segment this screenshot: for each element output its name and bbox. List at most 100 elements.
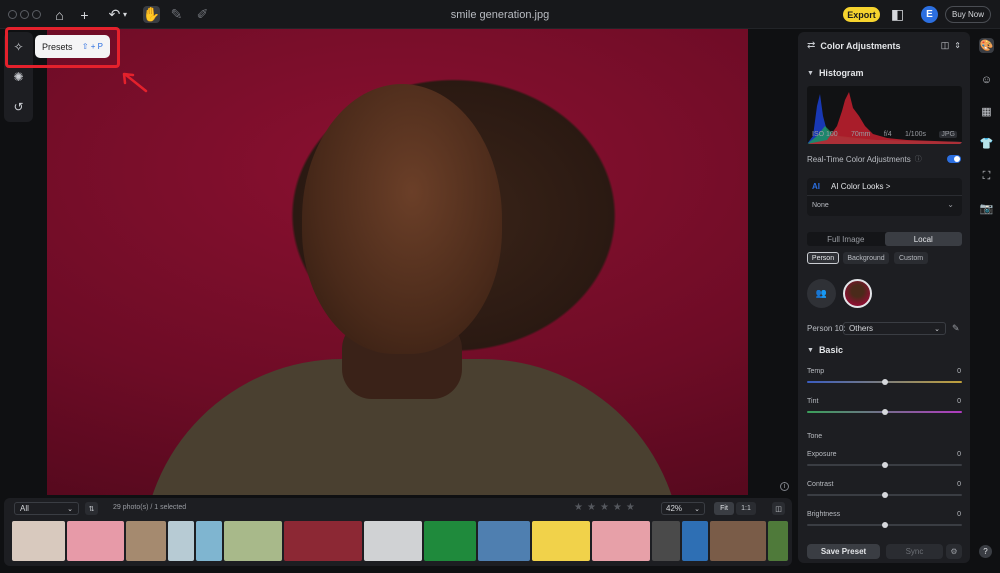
- collapse-chevron-icon[interactable]: ▼: [807, 70, 814, 77]
- photo-count: 29 photo(s) / 1 selected: [113, 504, 187, 511]
- photo-thumbnail[interactable]: [652, 521, 680, 561]
- contrast-slider-knob[interactable]: [882, 492, 888, 498]
- chip-custom[interactable]: Custom: [894, 252, 928, 264]
- split-view-icon[interactable]: ◫: [772, 502, 785, 515]
- realtime-toggle[interactable]: [947, 155, 961, 163]
- photo-thumbnail[interactable]: [67, 521, 124, 561]
- photo-thumbnail[interactable]: [424, 521, 476, 561]
- panel-title: Color Adjustments: [820, 40, 901, 51]
- scope-segment: Full Image Local: [807, 232, 962, 246]
- edit-person-icon[interactable]: ✎: [952, 323, 960, 334]
- clothing-icon[interactable]: 👕: [979, 136, 994, 151]
- star-icon[interactable]: ★: [600, 502, 609, 513]
- slider-value-temp[interactable]: 0: [957, 368, 961, 375]
- color-palette-icon[interactable]: 🎨: [979, 38, 994, 53]
- photo-thumbnail[interactable]: [478, 521, 530, 561]
- buy-now-button[interactable]: Buy Now: [945, 6, 991, 23]
- history-icon[interactable]: ↺: [10, 98, 27, 115]
- segment-full-image[interactable]: Full Image: [807, 232, 885, 246]
- one-to-one-button[interactable]: 1:1: [736, 502, 756, 515]
- ai-color-looks[interactable]: AI AI Color Looks > None ⌄: [807, 178, 962, 216]
- sync-button[interactable]: Sync: [886, 544, 943, 559]
- ai-looks-label[interactable]: AI Color Looks >: [831, 182, 890, 191]
- photo-thumbnail[interactable]: [592, 521, 650, 561]
- person-select-chevron-icon: ⌄: [934, 325, 940, 333]
- filter-chevron-icon: ⌄: [67, 505, 73, 513]
- slider-label-brightness: Brightness: [807, 511, 841, 518]
- histogram-title: Histogram: [818, 68, 864, 78]
- photo-thumbnail[interactable]: [710, 521, 766, 561]
- tooltip-label: Presets: [42, 41, 73, 52]
- segment-local[interactable]: Local: [884, 232, 962, 246]
- sort-icon[interactable]: ⇅: [85, 502, 98, 515]
- photo-thumbnail[interactable]: [196, 521, 222, 561]
- photo-thumbnail[interactable]: [768, 521, 788, 561]
- camera-icon[interactable]: 📷: [979, 201, 994, 216]
- exif-iso: ISO 100: [812, 131, 838, 138]
- color-adjustments-panel: ⇄ Color Adjustments ◫ ⇕ ▼ Histogram ISO …: [798, 32, 970, 563]
- zoom-select[interactable]: 42% ⌄: [661, 502, 705, 515]
- slider-value-exposure[interactable]: 0: [957, 451, 961, 458]
- star-icon[interactable]: ★: [574, 502, 583, 513]
- slider-label-exposure: Exposure: [807, 451, 837, 458]
- star-icon[interactable]: ★: [613, 502, 622, 513]
- all-persons-icon[interactable]: 👥: [807, 279, 836, 308]
- photo-thumbnail[interactable]: [532, 521, 590, 561]
- thumbnail-strip: [12, 521, 788, 561]
- photo-thumbnail[interactable]: [12, 521, 65, 561]
- save-preset-button[interactable]: Save Preset: [807, 544, 880, 559]
- exif-shutter: 1/100s: [904, 131, 926, 138]
- rating-stars[interactable]: ★ ★ ★ ★ ★: [574, 502, 635, 513]
- brightness-slider-knob[interactable]: [882, 522, 888, 528]
- sync-settings-gear-icon[interactable]: ⚙: [946, 544, 962, 559]
- zoom-value: 42%: [666, 504, 683, 513]
- subject-head: [302, 84, 502, 354]
- slider-value-tint[interactable]: 0: [957, 398, 961, 405]
- photo-canvas[interactable]: [47, 29, 748, 495]
- chip-background[interactable]: Background: [843, 252, 889, 264]
- exposure-slider-knob[interactable]: [882, 462, 888, 468]
- ai-looks-value[interactable]: None: [812, 202, 829, 209]
- fit-button[interactable]: Fit: [714, 502, 734, 515]
- star-icon[interactable]: ★: [626, 502, 635, 513]
- temp-slider-knob[interactable]: [882, 379, 888, 385]
- top-bar: ⌂ + ↶ ▾ ✋ ✎ ✐ smile generation.jpg Expor…: [0, 0, 1000, 29]
- basic-chevron-icon[interactable]: ▼: [807, 347, 814, 354]
- ai-enhance-icon[interactable]: ✺: [10, 68, 27, 85]
- photo-thumbnail[interactable]: [126, 521, 166, 561]
- face-retouch-icon[interactable]: ☺: [979, 72, 994, 87]
- pointer-arrow-icon: [122, 72, 148, 93]
- person-select[interactable]: Others ⌄: [843, 322, 946, 335]
- star-icon[interactable]: ★: [587, 502, 596, 513]
- chip-person[interactable]: Person: [807, 252, 839, 264]
- slider-value-brightness[interactable]: 0: [957, 511, 961, 518]
- sliders-icon: ⇄: [807, 40, 816, 51]
- photo-thumbnail[interactable]: [364, 521, 422, 561]
- photo-thumbnail[interactable]: [168, 521, 194, 561]
- export-button[interactable]: Export: [843, 7, 880, 22]
- zoom-chevron-icon: ⌄: [694, 505, 700, 513]
- presets-tooltip: Presets ⇧ + P: [35, 35, 110, 58]
- slider-value-contrast[interactable]: 0: [957, 481, 961, 488]
- image-info-icon[interactable]: i: [780, 482, 789, 491]
- ai-looks-chevron-icon[interactable]: ⌄: [947, 200, 954, 209]
- person-select-value: Others: [849, 324, 874, 333]
- panel-sort-icon[interactable]: ⇕: [954, 41, 961, 50]
- exif-format: JPG: [939, 131, 957, 138]
- filter-select[interactable]: All ⌄: [14, 502, 79, 515]
- photo-thumbnail[interactable]: [224, 521, 282, 561]
- help-icon[interactable]: ?: [979, 545, 992, 558]
- compare-view-icon[interactable]: ◧: [889, 6, 906, 23]
- photo-thumbnail[interactable]: [682, 521, 708, 561]
- realtime-info-icon[interactable]: ⓘ: [915, 154, 922, 164]
- panel-layout-icon[interactable]: ◫: [941, 40, 950, 51]
- user-avatar[interactable]: E: [921, 6, 938, 23]
- background-icon[interactable]: ▦: [979, 104, 994, 119]
- basic-title: Basic: [818, 345, 843, 355]
- filter-select-value: All: [20, 504, 29, 513]
- photo-thumbnail[interactable]: [284, 521, 362, 561]
- person-thumbnail[interactable]: [843, 279, 872, 308]
- crop-icon[interactable]: ⛶: [979, 169, 994, 184]
- exif-focal: 70mm: [851, 131, 871, 138]
- tint-slider-knob[interactable]: [882, 409, 888, 415]
